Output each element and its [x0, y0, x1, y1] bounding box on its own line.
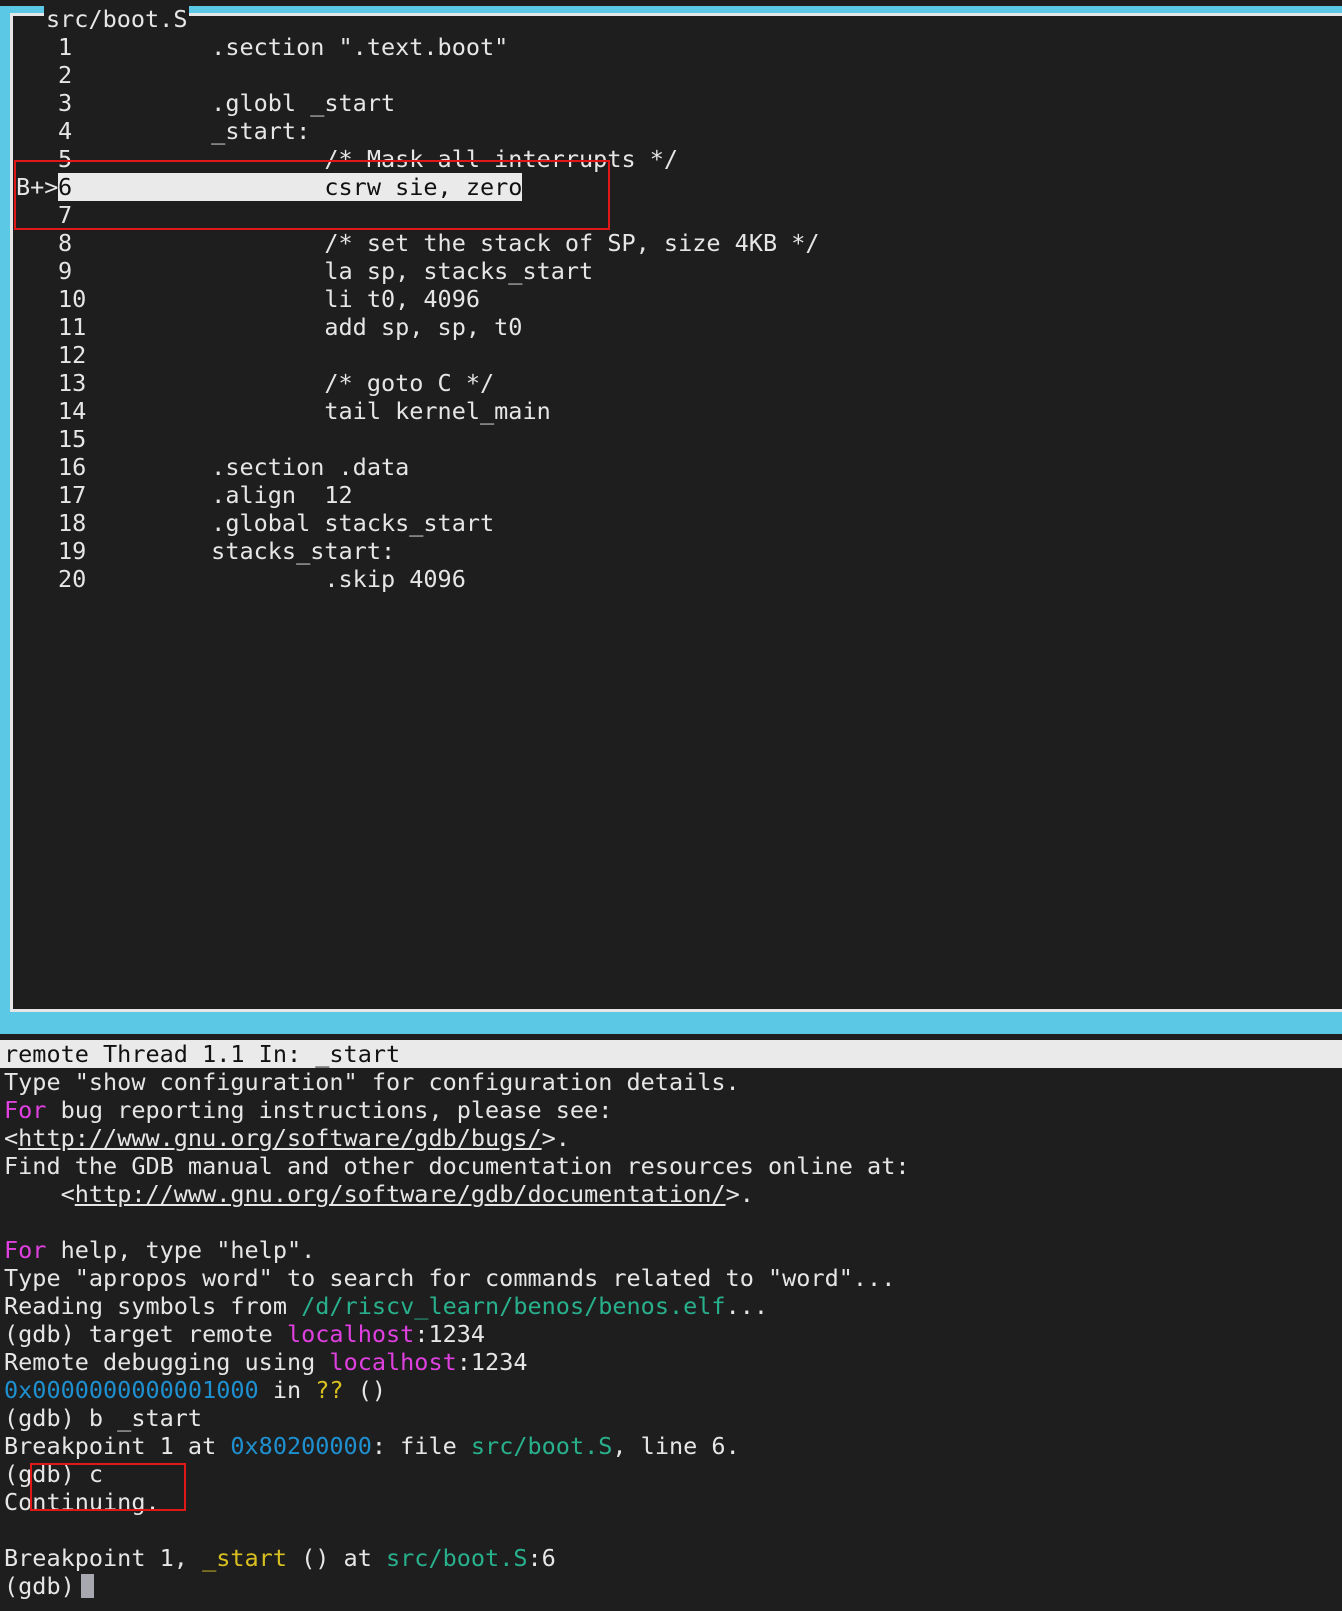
- gdb-prompt: (gdb): [4, 1572, 75, 1600]
- console-line: Type "apropos word" to search for comman…: [4, 1264, 896, 1292]
- console-line: Breakpoint 1 at 0x80200000: file src/boo…: [4, 1432, 740, 1460]
- console-line: For help, type "help".: [4, 1236, 316, 1264]
- gdb-prompt-line[interactable]: (gdb): [4, 1572, 94, 1600]
- line-code: .section .data: [98, 453, 410, 481]
- console-line: Remote debugging using localhost:1234: [4, 1348, 528, 1376]
- line-code: tail kernel_main: [98, 397, 551, 425]
- line-code: /* Mask all interrupts */: [98, 145, 679, 173]
- line-number: 3: [58, 89, 73, 117]
- line-number: 12: [58, 341, 87, 369]
- line-code: /* goto C */: [98, 369, 495, 397]
- line-code: .globl _start: [98, 89, 396, 117]
- source-window-title: src/boot.S: [44, 5, 190, 33]
- line-number: 20: [58, 565, 87, 593]
- terminal-cursor: [80, 1574, 94, 1598]
- line-number: 7: [58, 201, 73, 229]
- line-indent: [98, 173, 325, 201]
- line-number: 17: [58, 481, 87, 509]
- source-line[interactable]: 15: [16, 425, 98, 453]
- source-line[interactable]: 13 /* goto C */: [16, 369, 494, 397]
- line-number: 14: [58, 397, 87, 425]
- source-line[interactable]: 8 /* set the stack of SP, size 4KB */: [16, 229, 820, 257]
- console-line: Find the GDB manual and other documentat…: [4, 1152, 910, 1180]
- line-code: .skip 4096: [98, 565, 466, 593]
- line-code: .global stacks_start: [98, 509, 495, 537]
- line-number: 9: [58, 257, 73, 285]
- line-number: 19: [58, 537, 87, 565]
- line-number: 11: [58, 313, 87, 341]
- source-line[interactable]: 5 /* Mask all interrupts */: [16, 145, 678, 173]
- source-line[interactable]: 20 .skip 4096: [16, 565, 466, 593]
- line-number: 18: [58, 509, 87, 537]
- line-number: 1: [58, 33, 73, 61]
- source-line[interactable]: 10 li t0, 4096: [16, 285, 480, 313]
- line-number: 5: [58, 145, 73, 173]
- source-line[interactable]: 18 .global stacks_start: [16, 509, 494, 537]
- source-line[interactable]: 2: [16, 61, 98, 89]
- source-line[interactable]: 16 .section .data: [16, 453, 409, 481]
- line-code: li t0, 4096: [98, 285, 481, 313]
- line-number: 6: [58, 173, 98, 201]
- status-bar: remote Thread 1.1 In: _start: [0, 1040, 1342, 1068]
- console-line: (gdb) b _start: [4, 1404, 203, 1432]
- console-line: <http://www.gnu.org/software/gdb/bugs/>.: [4, 1124, 570, 1152]
- line-number: 4: [58, 117, 73, 145]
- line-code: _start:: [98, 117, 311, 145]
- line-code: .section ".text.boot": [98, 33, 509, 61]
- line-code: stacks_start:: [98, 537, 396, 565]
- line-number: 13: [58, 369, 87, 397]
- console-line: 0x0000000000001000 in ?? (): [4, 1376, 387, 1404]
- console-line: (gdb) target remote localhost:1234: [4, 1320, 486, 1348]
- console-line: For bug reporting instructions, please s…: [4, 1096, 613, 1124]
- breakpoint-marker: B+>: [16, 173, 59, 201]
- source-line[interactable]: 19 stacks_start:: [16, 537, 395, 565]
- source-line[interactable]: 17 .align 12: [16, 481, 353, 509]
- source-line[interactable]: 1 .section ".text.boot": [16, 33, 508, 61]
- line-number: 15: [58, 425, 87, 453]
- line-code: add sp, sp, t0: [98, 313, 523, 341]
- source-line[interactable]: 12: [16, 341, 98, 369]
- line-code: /* set the stack of SP, size 4KB */: [98, 229, 820, 257]
- line-number: 8: [58, 229, 73, 257]
- source-line[interactable]: 3 .globl _start: [16, 89, 395, 117]
- console-line: <http://www.gnu.org/software/gdb/documen…: [4, 1180, 754, 1208]
- source-line[interactable]: 9 la sp, stacks_start: [16, 257, 593, 285]
- line-code: .align 12: [98, 481, 353, 509]
- bugs-link[interactable]: http://www.gnu.org/software/gdb/bugs/: [18, 1124, 541, 1152]
- source-line[interactable]: 4 _start:: [16, 117, 310, 145]
- source-line-current[interactable]: B+>6 csrw sie, zero: [16, 173, 523, 201]
- source-line[interactable]: 7: [16, 201, 98, 229]
- console-line: Breakpoint 1, _start () at src/boot.S:6: [4, 1544, 556, 1572]
- documentation-link[interactable]: http://www.gnu.org/software/gdb/document…: [75, 1180, 726, 1208]
- line-number: 10: [58, 285, 87, 313]
- source-line[interactable]: 11 add sp, sp, t0: [16, 313, 522, 341]
- console-line: Continuing.: [4, 1488, 160, 1516]
- console-line: Type "show configuration" for configurat…: [4, 1068, 740, 1096]
- console-line: (gdb) c: [4, 1460, 104, 1488]
- line-code: la sp, stacks_start: [98, 257, 594, 285]
- line-number: 2: [58, 61, 73, 89]
- line-number: 16: [58, 453, 87, 481]
- source-line[interactable]: 14 tail kernel_main: [16, 397, 551, 425]
- console-line: Reading symbols from /d/riscv_learn/beno…: [4, 1292, 769, 1320]
- line-code: csrw sie, zero: [324, 173, 523, 201]
